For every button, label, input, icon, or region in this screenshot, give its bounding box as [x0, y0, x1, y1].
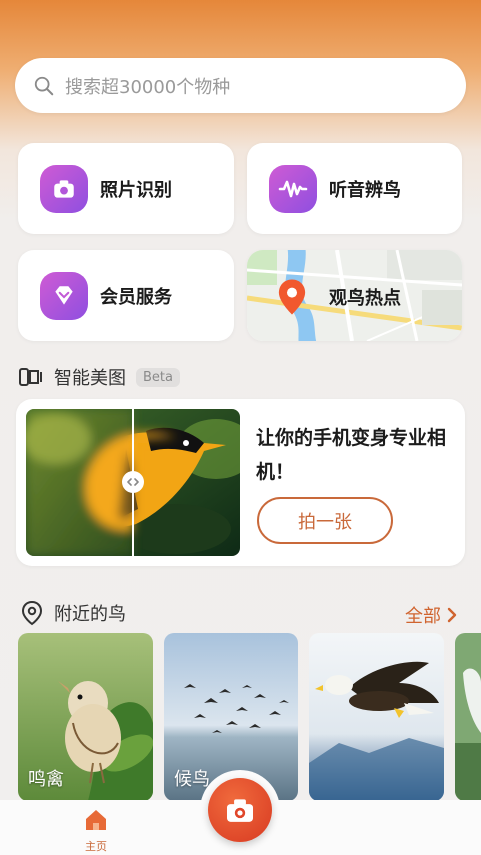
tile-caption: 鸣禽 — [28, 769, 64, 790]
map-pin-icon — [278, 279, 306, 315]
tab-home-label: 主页 — [85, 840, 107, 853]
smart-photo-promo-card[interactable]: 让你的手机变身专业相机！ 拍一张 — [16, 399, 465, 566]
camera-icon — [227, 799, 253, 822]
birding-hotspot-card[interactable]: 观鸟热点 — [247, 250, 462, 341]
sound-wave-icon — [269, 164, 317, 213]
promo-text: 让你的手机变身专业相机！ — [256, 427, 447, 483]
smart-photo-title: 智能美图 — [54, 368, 126, 389]
membership-card[interactable]: 会员服务 — [18, 250, 234, 341]
sound-id-label: 听音辨鸟 — [329, 179, 401, 201]
search-bar[interactable]: 搜索超30000个物种 — [15, 58, 466, 113]
view-all-label: 全部 — [405, 606, 441, 627]
membership-label: 会员服务 — [100, 286, 172, 308]
camera-icon — [40, 164, 88, 213]
search-icon — [34, 76, 54, 95]
nearby-birds-title: 附近的鸟 — [54, 604, 126, 625]
tile-caption: 候鸟 — [174, 769, 210, 790]
category-tile-raptor[interactable] — [309, 633, 444, 801]
take-photo-button[interactable]: 拍一张 — [257, 497, 393, 544]
location-icon — [21, 600, 43, 626]
category-tile-songbird[interactable]: 鸣禽 — [18, 633, 153, 801]
camera-button[interactable] — [208, 778, 272, 842]
heron-photo — [455, 633, 481, 801]
tab-home[interactable]: 主页 — [83, 808, 109, 854]
photo-id-card[interactable]: 照片识别 — [18, 143, 234, 234]
eagle-photo — [309, 633, 444, 801]
before-after-photo — [26, 409, 240, 556]
photo-id-label: 照片识别 — [100, 179, 172, 201]
camera-lens-icon — [19, 368, 42, 386]
beta-badge: Beta — [136, 367, 180, 387]
birding-hotspot-label: 观鸟热点 — [329, 288, 401, 309]
chevron-right-icon — [447, 607, 457, 623]
home-icon — [86, 810, 106, 830]
category-tile-partial[interactable] — [455, 633, 481, 801]
search-placeholder: 搜索超30000个物种 — [65, 76, 231, 98]
diamond-icon — [40, 271, 88, 320]
nearby-birds-header: 附近的鸟 — [18, 600, 126, 626]
sound-id-card[interactable]: 听音辨鸟 — [247, 143, 462, 234]
smart-photo-header: 智能美图 Beta — [18, 364, 180, 390]
view-all-link[interactable]: 全部 — [405, 602, 459, 628]
